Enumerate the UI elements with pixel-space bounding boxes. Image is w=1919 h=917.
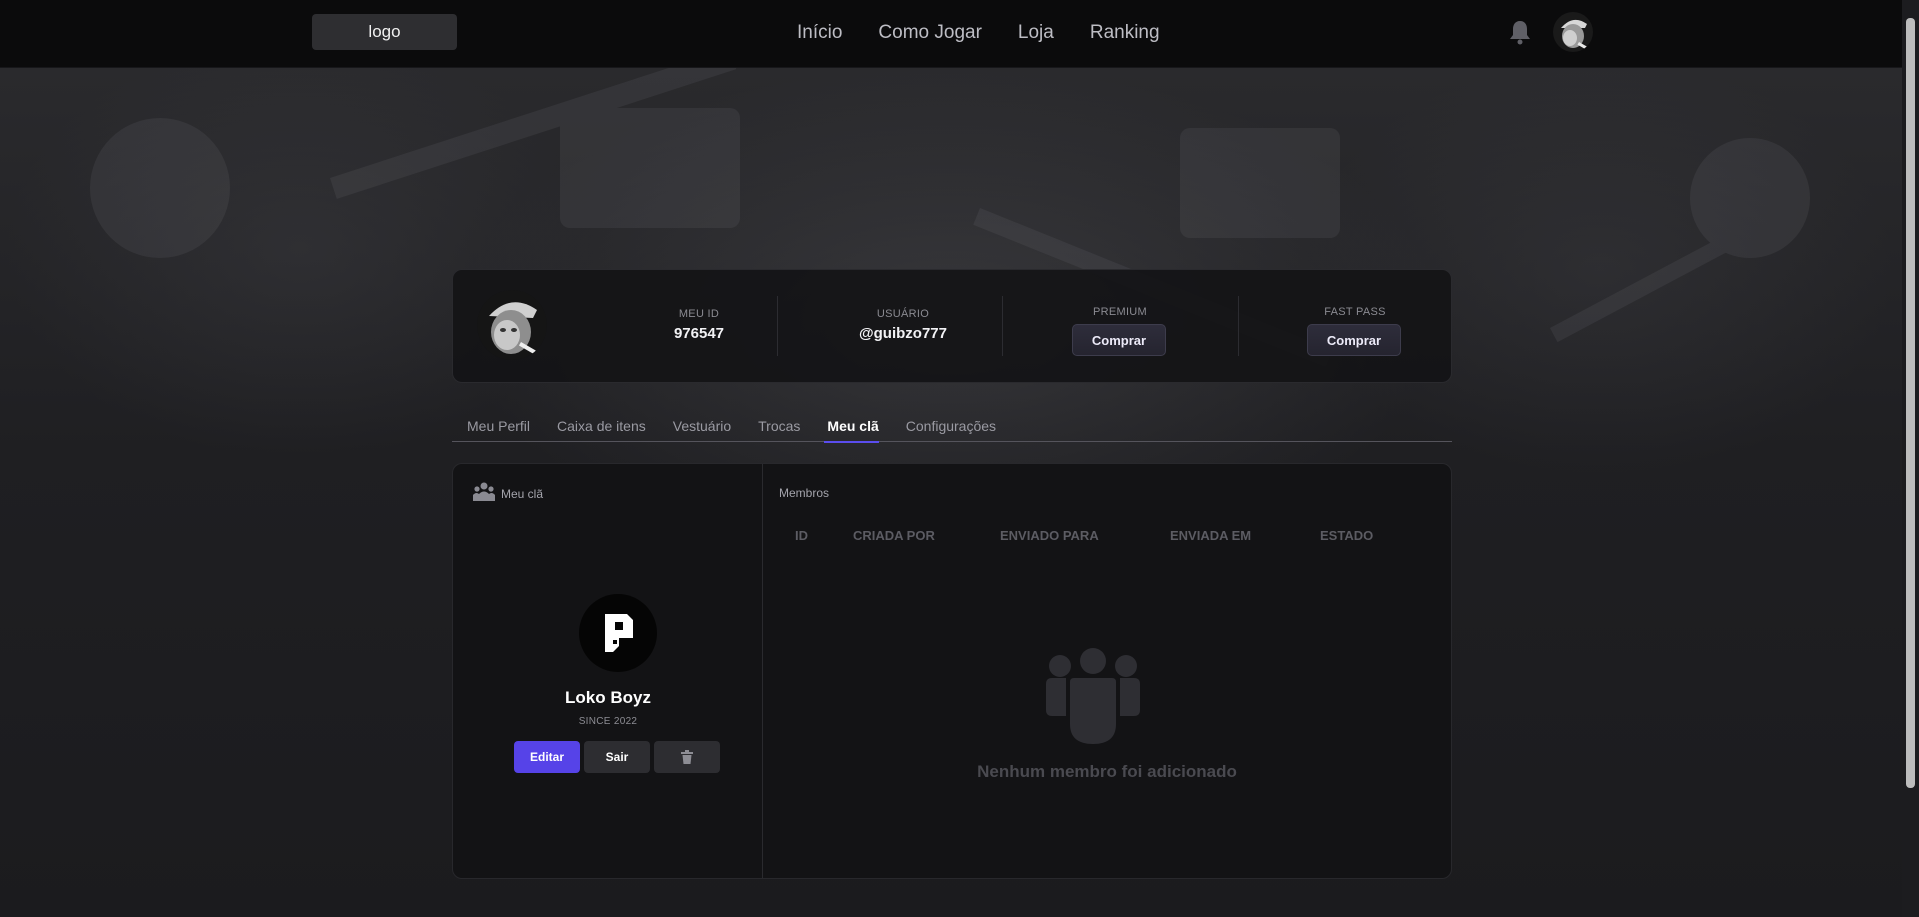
column-header: CRIADA POR [853, 528, 935, 543]
members-pane: Membros ID CRIADA POR ENVIADO PARA ENVIA… [763, 464, 1451, 878]
scrollbar-thumb[interactable] [1906, 18, 1915, 788]
tab-meu-perfil[interactable]: Meu Perfil [452, 410, 542, 442]
nav-como-jogar[interactable]: Como Jogar [878, 22, 982, 44]
delete-button[interactable] [654, 741, 720, 773]
tab-caixa-de-itens[interactable]: Caixa de itens [542, 410, 658, 442]
clan-name: Loko Boyz [565, 688, 651, 707]
premium-buy-button[interactable]: Comprar [1072, 324, 1166, 356]
trash-icon [681, 750, 693, 764]
tab-meu-cla[interactable]: Meu clã [812, 410, 890, 443]
column-header: ENVIADA EM [1170, 528, 1252, 543]
group-icon [473, 482, 495, 505]
bell-icon[interactable] [1508, 19, 1532, 45]
edit-button[interactable]: Editar [514, 741, 580, 773]
profile-tabs: Meu Perfil Caixa de itens Vestuário Troc… [452, 410, 1452, 443]
divider [777, 296, 778, 356]
clan-card: Meu clã Loko Boyz SINCE 2022 Editar Sair [452, 463, 1452, 879]
my-id-value: 976547 [673, 325, 725, 342]
clan-logo [579, 594, 657, 672]
my-id: MEU ID 976547 [649, 308, 749, 342]
clan-info-pane: Meu clã Loko Boyz SINCE 2022 Editar Sair [453, 464, 763, 878]
username: USUÁRIO @guibzo777 [803, 308, 1003, 342]
profile-card: MEU ID 976547 USUÁRIO @guibzo777 PREMIUM… [452, 269, 1452, 383]
column-header: ESTADO [1320, 528, 1374, 543]
premium-box: PREMIUM Comprar [1072, 306, 1168, 356]
clan-since: SINCE 2022 [578, 716, 638, 727]
username-value: @guibzo777 [859, 325, 947, 342]
premium-label: PREMIUM [1092, 306, 1148, 318]
divider [1002, 296, 1003, 356]
divider [1238, 296, 1239, 356]
tab-configuracoes[interactable]: Configurações [891, 410, 1008, 442]
user-avatar[interactable] [1553, 12, 1593, 52]
column-header: ID [795, 528, 808, 543]
nav-loja[interactable]: Loja [1018, 22, 1054, 44]
fastpass-label: FAST PASS [1324, 306, 1386, 318]
clan-actions: Editar Sair [514, 741, 720, 773]
fastpass-box: FAST PASS Comprar [1307, 306, 1403, 356]
top-header: logo Início Como Jogar Loja Ranking [0, 0, 1902, 68]
empty-members-text: Nenhum membro foi adicionado [977, 762, 1237, 781]
clan-pane-title: Meu clã [473, 482, 543, 505]
tab-vestuario[interactable]: Vestuário [658, 410, 743, 442]
page-scrollbar[interactable] [1902, 0, 1919, 917]
nav-inicio[interactable]: Início [797, 22, 842, 44]
my-id-label: MEU ID [678, 308, 720, 320]
main-nav: Início Como Jogar Loja Ranking [797, 22, 1160, 44]
logo[interactable]: logo [312, 14, 457, 50]
tab-trocas[interactable]: Trocas [743, 410, 812, 442]
members-title: Membros [779, 486, 830, 500]
fastpass-buy-button[interactable]: Comprar [1307, 324, 1401, 356]
empty-members-icon [1046, 648, 1140, 749]
username-label: USUÁRIO [876, 308, 930, 320]
profile-avatar [477, 290, 547, 360]
column-header: ENVIADO PARA [1000, 528, 1099, 543]
clan-pane-title-text: Meu clã [501, 486, 544, 501]
leave-button[interactable]: Sair [584, 741, 650, 773]
nav-ranking[interactable]: Ranking [1090, 22, 1160, 44]
